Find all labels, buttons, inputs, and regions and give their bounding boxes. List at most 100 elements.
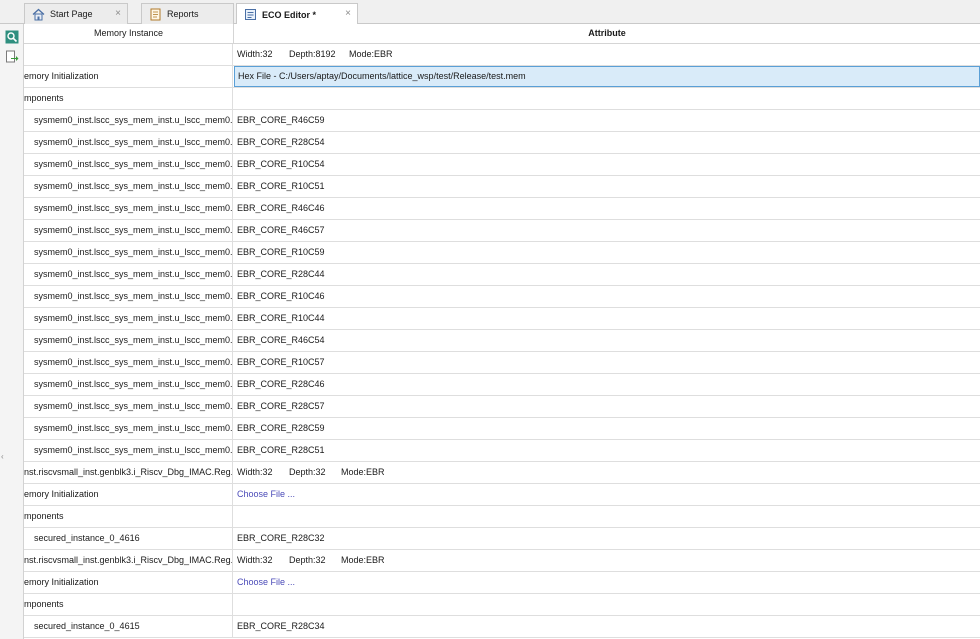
table-row[interactable]: sysmem0_inst.lscc_sys_mem_inst.u_lscc_me… (24, 264, 980, 286)
attribute-cell[interactable]: EBR_CORE_R10C51 (234, 176, 980, 197)
tab-eco-editor-close-icon[interactable]: × (345, 8, 351, 19)
table-row[interactable]: emory Initialization Choose File ... (24, 572, 980, 594)
attribute-cell[interactable]: EBR_CORE_R46C57 (234, 220, 980, 241)
memory-instance-cell: sysmem0_inst.lscc_sys_mem_inst.u_lscc_me… (24, 198, 233, 219)
memory-instance-cell: sysmem0_inst.lscc_sys_mem_inst.u_lscc_me… (24, 264, 233, 285)
export-icon[interactable] (5, 50, 19, 64)
table-row[interactable]: sysmem0_inst.lscc_sys_mem_inst.u_lscc_me… (24, 154, 980, 176)
table-row[interactable]: sysmem0_inst.lscc_sys_mem_inst.u_lscc_me… (24, 176, 980, 198)
hex-file-path-field[interactable]: Hex File - C:/Users/aptay/Documents/latt… (234, 66, 980, 87)
memory-instance-cell (24, 44, 233, 65)
tab-start-page[interactable]: Start Page × (24, 3, 128, 24)
memory-instance-cell: mponents (24, 506, 233, 527)
tab-reports[interactable]: Reports (141, 3, 234, 24)
tab-eco-editor-label: ECO Editor * (262, 9, 317, 20)
memory-instance-cell: sysmem0_inst.lscc_sys_mem_inst.u_lscc_me… (24, 440, 233, 461)
memory-instance-cell: emory Initialization (24, 572, 233, 593)
memory-instance-cell: mponents (24, 88, 233, 109)
tab-eco-editor[interactable]: ECO Editor * × (236, 3, 358, 25)
attribute-cell[interactable]: EBR_CORE_R10C54 (234, 154, 980, 175)
panel-resize-grip[interactable]: ‹ (1, 452, 5, 462)
attribute-cell[interactable]: EBR_CORE_R28C34 (234, 616, 980, 637)
attribute-cell (234, 88, 980, 109)
table-row[interactable]: sysmem0_inst.lscc_sys_mem_inst.u_lscc_me… (24, 418, 980, 440)
memory-instance-cell: mponents (24, 594, 233, 615)
attribute-cell[interactable]: EBR_CORE_R28C57 (234, 396, 980, 417)
attribute-cell[interactable]: EBR_CORE_R46C46 (234, 198, 980, 219)
attribute-cell[interactable]: EBR_CORE_R28C44 (234, 264, 980, 285)
memory-instance-cell: secured_instance_0_4616 (24, 528, 233, 549)
memory-instance-cell: sysmem0_inst.lscc_sys_mem_inst.u_lscc_me… (24, 220, 233, 241)
attribute-cell[interactable]: EBR_CORE_R10C59 (234, 242, 980, 263)
attribute-cell[interactable]: EBR_CORE_R10C57 (234, 352, 980, 373)
attribute-cell: Width:32 Depth:8192 Mode:EBR (234, 44, 980, 65)
memory-instance-cell: sysmem0_inst.lscc_sys_mem_inst.u_lscc_me… (24, 286, 233, 307)
table-row[interactable]: sysmem0_inst.lscc_sys_mem_inst.u_lscc_me… (24, 242, 980, 264)
table-row[interactable]: sysmem0_inst.lscc_sys_mem_inst.u_lscc_me… (24, 440, 980, 462)
memory-instance-cell: sysmem0_inst.lscc_sys_mem_inst.u_lscc_me… (24, 110, 233, 131)
table-row[interactable]: nst.riscvsmall_inst.genblk3.i_Riscv_Dbg_… (24, 550, 980, 572)
table-row[interactable]: Width:32 Depth:8192 Mode:EBR (24, 44, 980, 66)
table-row[interactable]: sysmem0_inst.lscc_sys_mem_inst.u_lscc_me… (24, 110, 980, 132)
table-row[interactable]: sysmem0_inst.lscc_sys_mem_inst.u_lscc_me… (24, 220, 980, 242)
attribute-cell[interactable]: EBR_CORE_R28C32 (234, 528, 980, 549)
table-row[interactable]: sysmem0_inst.lscc_sys_mem_inst.u_lscc_me… (24, 352, 980, 374)
attribute-cell[interactable]: EBR_CORE_R28C46 (234, 374, 980, 395)
find-icon[interactable] (5, 30, 19, 44)
tab-reports-label: Reports (167, 9, 199, 19)
choose-file-link[interactable]: Choose File ... (234, 572, 980, 593)
table-row[interactable]: nst.riscvsmall_inst.genblk3.i_Riscv_Dbg_… (24, 462, 980, 484)
memory-instance-cell: sysmem0_inst.lscc_sys_mem_inst.u_lscc_me… (24, 132, 233, 153)
table-row[interactable]: mponents (24, 594, 980, 616)
choose-file-link[interactable]: Choose File ... (234, 484, 980, 505)
attribute-cell[interactable]: EBR_CORE_R28C51 (234, 440, 980, 461)
attribute-cell[interactable]: EBR_CORE_R46C59 (234, 110, 980, 131)
eco-editor-icon (244, 8, 257, 21)
width-value: Width:32 (237, 49, 273, 59)
table-row[interactable]: sysmem0_inst.lscc_sys_mem_inst.u_lscc_me… (24, 286, 980, 308)
editor-tab-bar: Start Page × Reports ECO Editor * × (0, 0, 980, 25)
table-row[interactable]: sysmem0_inst.lscc_sys_mem_inst.u_lscc_me… (24, 198, 980, 220)
attribute-cell[interactable]: EBR_CORE_R28C59 (234, 418, 980, 439)
width-value: Width:32 (237, 467, 273, 477)
column-header-memory-instance[interactable]: Memory Instance (24, 24, 234, 43)
table-row[interactable]: sysmem0_inst.lscc_sys_mem_inst.u_lscc_me… (24, 396, 980, 418)
depth-value: Depth:32 (289, 467, 326, 477)
table-row[interactable]: sysmem0_inst.lscc_sys_mem_inst.u_lscc_me… (24, 308, 980, 330)
table-row[interactable]: sysmem0_inst.lscc_sys_mem_inst.u_lscc_me… (24, 330, 980, 352)
memory-instance-cell: sysmem0_inst.lscc_sys_mem_inst.u_lscc_me… (24, 154, 233, 175)
attribute-cell: Width:32 Depth:32 Mode:EBR (234, 550, 980, 571)
table-row[interactable]: emory Initialization Choose File ... (24, 484, 980, 506)
attribute-cell[interactable]: EBR_CORE_R10C46 (234, 286, 980, 307)
memory-instance-cell: nst.riscvsmall_inst.genblk3.i_Riscv_Dbg_… (24, 462, 233, 483)
reports-icon (149, 8, 162, 21)
attribute-cell: Width:32 Depth:32 Mode:EBR (234, 462, 980, 483)
table-row[interactable]: mponents (24, 88, 980, 110)
table-row[interactable]: sysmem0_inst.lscc_sys_mem_inst.u_lscc_me… (24, 374, 980, 396)
eco-memory-table: Memory Instance Attribute Width:32 Depth:… (24, 24, 980, 639)
memory-instance-cell: emory Initialization (24, 66, 233, 87)
table-row[interactable]: emory Initialization Hex File - C:/Users… (24, 66, 980, 88)
table-row[interactable]: secured_instance_0_4615 EBR_CORE_R28C34 (24, 616, 980, 638)
memory-instance-cell: sysmem0_inst.lscc_sys_mem_inst.u_lscc_me… (24, 352, 233, 373)
home-icon (32, 8, 45, 21)
memory-instance-cell: sysmem0_inst.lscc_sys_mem_inst.u_lscc_me… (24, 374, 233, 395)
memory-instance-cell: sysmem0_inst.lscc_sys_mem_inst.u_lscc_me… (24, 418, 233, 439)
table-row[interactable]: sysmem0_inst.lscc_sys_mem_inst.u_lscc_me… (24, 132, 980, 154)
attribute-cell[interactable]: EBR_CORE_R28C54 (234, 132, 980, 153)
column-header-attribute[interactable]: Attribute (234, 24, 980, 43)
memory-instance-cell: sysmem0_inst.lscc_sys_mem_inst.u_lscc_me… (24, 242, 233, 263)
attribute-cell[interactable]: EBR_CORE_R10C44 (234, 308, 980, 329)
tab-start-page-close-icon[interactable]: × (115, 8, 121, 19)
attribute-cell (234, 506, 980, 527)
table-row[interactable]: secured_instance_0_4616 EBR_CORE_R28C32 (24, 528, 980, 550)
memory-instance-cell: sysmem0_inst.lscc_sys_mem_inst.u_lscc_me… (24, 308, 233, 329)
tab-start-page-label: Start Page (50, 9, 93, 19)
table-header: Memory Instance Attribute (24, 24, 980, 44)
memory-instance-cell: nst.riscvsmall_inst.genblk3.i_Riscv_Dbg_… (24, 550, 233, 571)
mode-value: Mode:EBR (341, 555, 385, 565)
attribute-cell[interactable]: EBR_CORE_R46C54 (234, 330, 980, 351)
table-row[interactable]: mponents (24, 506, 980, 528)
memory-instance-cell: secured_instance_0_4615 (24, 616, 233, 637)
attribute-cell (234, 594, 980, 615)
